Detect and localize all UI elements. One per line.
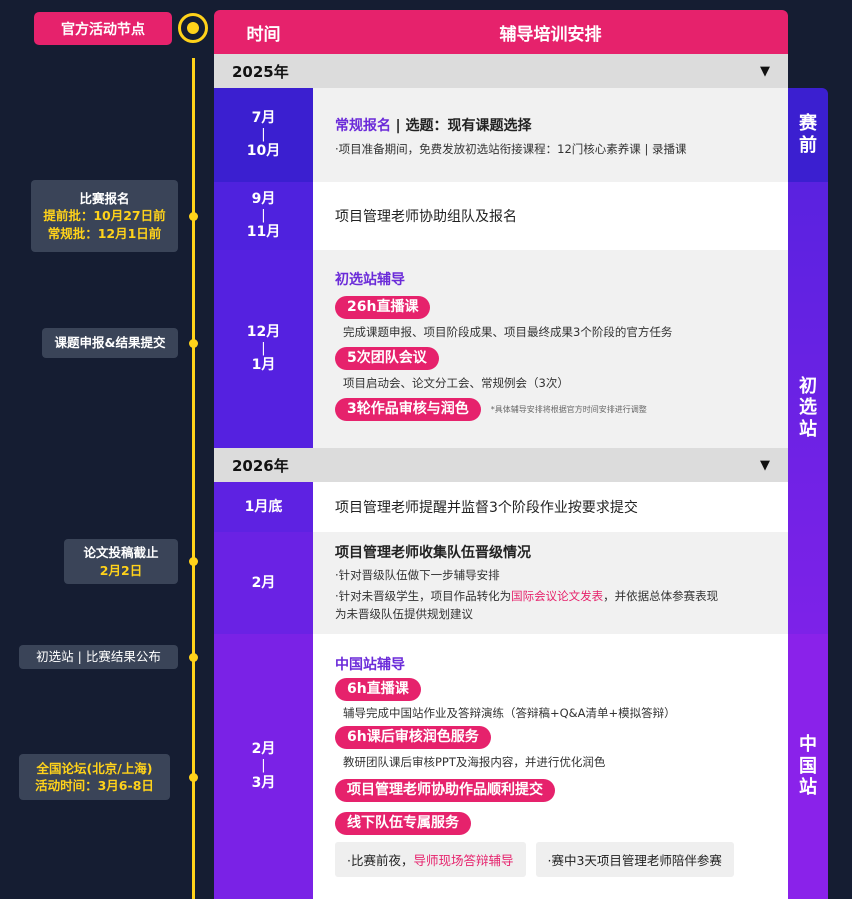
row-advancement-status: 项目管理老师收集队伍晋级情况 ·针对晋级队伍做下一步辅导安排 ·针对未晋级学生，…	[313, 532, 788, 634]
time-separator: |	[261, 758, 266, 774]
official-nodes-tag: 官方活动节点	[34, 12, 172, 45]
time-cell-jul-oct: 7月 | 10月	[214, 88, 313, 182]
timeline-dot	[189, 557, 198, 566]
row-homework-supervision: 项目管理老师提醒并监督3个阶段作业按要求提交	[313, 482, 788, 532]
paper-deadline-node: 论文投稿截止 2月2日	[64, 539, 178, 584]
year-label: 2025年	[232, 62, 289, 81]
time-separator: |	[261, 207, 266, 223]
defense-coaching-box: ·比赛前夜，导师现场答辩辅导	[335, 842, 526, 877]
team-meetings-desc: 项目启动会、论文分工会、常规例会（3次）	[343, 376, 569, 390]
timeline-dot	[189, 339, 198, 348]
timeline-dot	[189, 212, 198, 221]
time-label: 1月底	[244, 498, 283, 515]
live-course-26h-pill: 26h直播课	[335, 296, 431, 319]
team-meetings-pill: 5次团队会议	[335, 347, 439, 370]
conference-paper-highlight: 国际会议论文发表	[511, 589, 604, 603]
post-class-review-desc: 教研团队课后审核PPT及海报内容，并进行优化润色	[343, 755, 606, 769]
registration-title: 常规报名	[335, 118, 391, 134]
time-start: 9月	[251, 190, 276, 207]
timeline-dot	[189, 653, 198, 662]
row-team-formation: 项目管理老师协助组队及报名	[313, 182, 788, 250]
time-cell-dec-jan: 12月 | 1月	[214, 250, 313, 448]
team-formation-text: 项目管理老师协助组队及报名	[335, 209, 517, 225]
time-separator: |	[261, 126, 266, 142]
submission-assist-pill: 项目管理老师协助作品顺利提交	[335, 779, 555, 802]
timeline-start-icon	[178, 13, 208, 43]
advancement-heading: 项目管理老师收集队伍晋级情况	[335, 545, 531, 561]
preliminary-results-node: 初选站 | 比赛结果公布	[19, 645, 178, 669]
header-plan: 辅导培训安排	[499, 24, 602, 45]
time-end: 3月	[251, 774, 276, 791]
post-class-review-pill: 6h课后审核润色服务	[335, 726, 491, 749]
offline-service-pill: 线下队伍专属服务	[335, 812, 471, 835]
time-cell-end-jan: 1月底	[214, 482, 313, 532]
preliminary-heading: 初选站辅导	[335, 272, 405, 288]
time-start: 2月	[251, 741, 276, 758]
header-time: 时间	[246, 24, 281, 45]
time-cell-feb: 2月	[214, 532, 313, 634]
time-end: 10月	[246, 143, 281, 160]
time-end: 11月	[246, 224, 281, 241]
stage-preliminary: 初选站	[788, 182, 828, 634]
timeline-dot	[189, 773, 198, 782]
national-forum-node: 全国论坛(北京/上海) 活动时间：3月6-8日	[19, 754, 170, 800]
row-regular-registration: 常规报名 | 选题：现有课题选择 ·项目准备期间，免费发放初选站衔接课程：12门…	[313, 88, 788, 182]
caret-down-icon: ▼	[760, 63, 770, 79]
table-header: 时间 辅导培训安排	[214, 10, 788, 54]
time-start: 12月	[246, 323, 281, 340]
homework-supervision-text: 项目管理老师提醒并监督3个阶段作业按要求提交	[335, 500, 638, 516]
prep-course-note: ·项目准备期间，免费发放初选站衔接课程：12门核心素养课 | 录播课	[335, 142, 687, 156]
topic-submission-node: 课题申报&结果提交	[42, 328, 178, 358]
china-heading: 中国站辅导	[335, 657, 405, 673]
time-start: 7月	[251, 109, 276, 126]
year-bar-2025[interactable]: 2025年 ▼	[214, 54, 788, 88]
schedule-adjust-note: *具体辅导安排将根据官方时间安排进行调整	[490, 405, 647, 414]
row-china-coaching: 中国站辅导 6h直播课 辅导完成中国站作业及答辩演练（答辩稿+Q&A清单+模拟答…	[313, 634, 788, 899]
time-end: 1月	[251, 357, 276, 374]
non-advanced-note: ·针对未晋级学生，项目作品转化为国际会议论文发表，并依据总体参赛表现 为未晋级队…	[335, 589, 719, 622]
review-polish-pill: 3轮作品审核与润色	[335, 398, 481, 421]
caret-down-icon: ▼	[760, 457, 770, 473]
time-cell-feb-mar: 2月 | 3月	[214, 634, 313, 899]
year-label: 2026年	[232, 456, 289, 475]
topic-selection-text: | 选题：现有课题选择	[395, 118, 532, 134]
row-preliminary-coaching: 初选站辅导 26h直播课 完成课题申报、项目阶段成果、项目最终成果3个阶段的官方…	[313, 250, 788, 448]
registration-node: 比赛报名 提前批：10月27日前 常规批：12月1日前	[31, 180, 178, 252]
year-bar-2026[interactable]: 2026年 ▼	[214, 448, 788, 482]
live-course-desc: 完成课题申报、项目阶段成果、项目最终成果3个阶段的官方任务	[343, 325, 673, 339]
time-label: 2月	[251, 574, 276, 591]
advanced-teams-note: ·针对晋级队伍做下一步辅导安排	[335, 568, 500, 582]
time-cell-sep-nov: 9月 | 11月	[214, 182, 313, 250]
stage-pre-competition: 赛前	[788, 88, 828, 182]
companion-box: ·赛中3天项目管理老师陪伴参赛	[535, 842, 734, 877]
time-separator: |	[261, 340, 266, 356]
stage-china: 中国站	[788, 634, 828, 899]
live-course-6h-pill: 6h直播课	[335, 678, 421, 701]
china-live-desc: 辅导完成中国站作业及答辩演练（答辩稿+Q&A清单+模拟答辩）	[343, 706, 676, 720]
